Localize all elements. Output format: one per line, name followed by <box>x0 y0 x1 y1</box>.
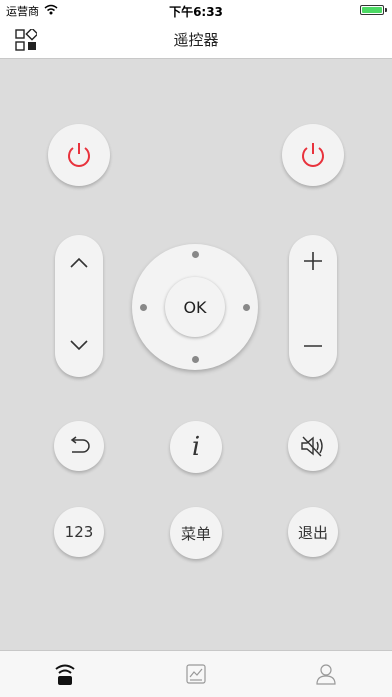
power-icon <box>68 143 90 167</box>
menu-label: 菜单 <box>180 524 211 543</box>
chevron-up-icon[interactable] <box>69 257 89 269</box>
volume-rocker <box>289 235 337 377</box>
chevron-down-icon[interactable] <box>69 339 89 351</box>
number-label: 123 <box>64 523 94 541</box>
tab-user[interactable] <box>296 651 356 697</box>
power-icon <box>302 143 324 167</box>
minus-icon[interactable] <box>302 335 324 357</box>
dpad-down[interactable] <box>191 356 199 363</box>
exit-button[interactable]: 退出 <box>288 507 338 557</box>
battery-icon <box>360 5 387 15</box>
number-button[interactable]: 123 <box>54 507 104 557</box>
tab-chart[interactable] <box>166 651 226 697</box>
dpad: OK <box>132 244 258 370</box>
nav-bar: 遥控器 <box>0 20 392 59</box>
status-bar: 运营商 下午6:33 <box>0 0 392 20</box>
ok-button[interactable]: OK <box>165 277 225 337</box>
power-button-left[interactable] <box>48 124 110 186</box>
exit-label: 退出 <box>297 523 328 542</box>
remote-tab-icon <box>55 664 75 685</box>
tab-remote[interactable] <box>35 651 95 697</box>
page-title: 遥控器 <box>173 31 219 49</box>
dpad-right[interactable] <box>243 303 250 311</box>
back-icon <box>70 436 90 453</box>
channel-rocker <box>55 235 103 377</box>
tab-bar <box>0 650 392 697</box>
chart-tab-icon <box>186 664 206 684</box>
user-tab-icon <box>316 664 336 685</box>
status-time: 下午6:33 <box>169 5 223 19</box>
mute-button[interactable] <box>288 421 338 471</box>
info-icon: i <box>191 432 201 462</box>
mute-icon <box>301 436 323 457</box>
plus-icon[interactable] <box>302 250 324 272</box>
remote-panel: OK i 123 菜单 退出 <box>0 59 392 650</box>
power-button-right[interactable] <box>282 124 344 186</box>
menu-button[interactable]: 菜单 <box>170 507 222 559</box>
dpad-up[interactable] <box>191 251 199 258</box>
ok-label: OK <box>183 297 207 317</box>
back-button[interactable] <box>54 421 104 471</box>
info-button[interactable]: i <box>170 421 222 473</box>
dpad-left[interactable] <box>140 303 147 311</box>
